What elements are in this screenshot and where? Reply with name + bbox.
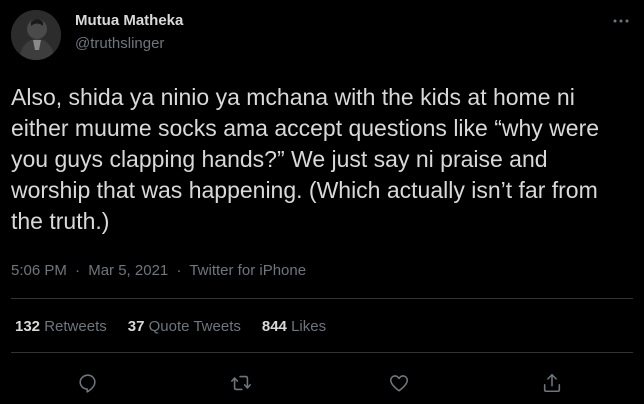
avatar-photo	[11, 10, 61, 60]
retweets-count: 132	[15, 318, 41, 335]
share-button[interactable]	[537, 368, 567, 398]
quote-tweets-stat[interactable]: 37 Quote Tweets	[128, 318, 241, 335]
quote-tweets-label: Quote Tweets	[148, 318, 241, 335]
meta-separator: ·	[176, 262, 182, 279]
divider	[11, 352, 633, 353]
retweets-stat[interactable]: 132 Retweets	[15, 318, 107, 335]
tweet-meta: 5:06 PM · Mar 5, 2021 · Twitter for iPho…	[11, 262, 306, 279]
more-options-button[interactable]	[608, 8, 634, 34]
like-button[interactable]	[384, 368, 414, 398]
tweet-stats: 132 Retweets 37 Quote Tweets 844 Likes	[15, 318, 347, 335]
likes-count: 844	[261, 318, 287, 335]
tweet-time[interactable]: 5:06 PM	[11, 262, 67, 279]
more-dots-icon	[613, 19, 629, 23]
tweet-text: Also, shida ya ninio ya mchana with the …	[11, 84, 600, 234]
likes-stat[interactable]: 844 Likes	[262, 318, 326, 335]
share-icon	[543, 373, 561, 393]
tweet-date[interactable]: Mar 5, 2021	[88, 262, 168, 279]
likes-label: Likes	[291, 318, 327, 335]
action-bar	[0, 366, 644, 400]
user-handle[interactable]: @truthslinger	[75, 35, 164, 52]
reply-button[interactable]	[73, 368, 103, 398]
divider	[11, 298, 633, 299]
retweet-icon	[231, 375, 251, 391]
avatar[interactable]	[11, 10, 61, 60]
tweet-source[interactable]: Twitter for iPhone	[189, 262, 306, 279]
meta-separator: ·	[75, 262, 81, 279]
heart-icon	[389, 375, 409, 392]
retweets-label: Retweets	[44, 318, 107, 335]
display-name[interactable]: Mutua Matheka	[75, 12, 183, 29]
retweet-button[interactable]	[226, 368, 256, 398]
reply-icon	[79, 374, 96, 393]
tweet-card: Mutua Matheka @truthslinger Also, shida …	[0, 0, 644, 404]
quote-tweets-count: 37	[127, 318, 145, 335]
